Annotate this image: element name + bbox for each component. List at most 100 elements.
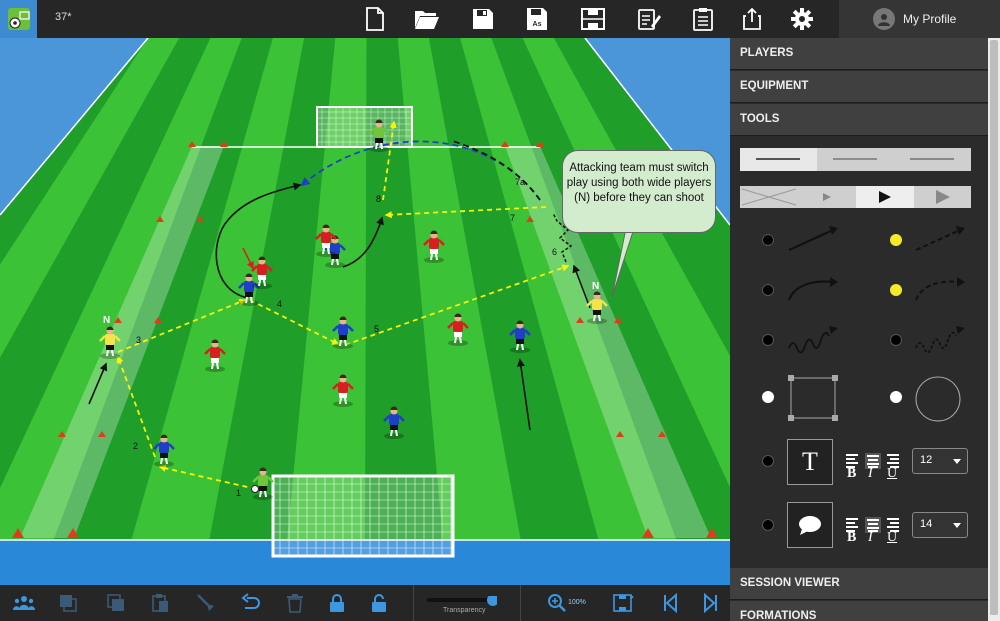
color-dot-black[interactable] <box>762 284 774 296</box>
callout-size-select[interactable]: 14 <box>912 512 968 538</box>
color-dot-black[interactable] <box>762 519 774 531</box>
avatar <box>873 8 895 30</box>
paste-icon <box>152 594 168 612</box>
bring-front-button[interactable] <box>55 591 81 615</box>
transparency-label: Transparency <box>443 607 486 614</box>
share-icon <box>743 7 761 30</box>
bold-button[interactable]: B <box>847 466 856 482</box>
drawing-canvas[interactable]: 1 2 3 4 5 6 7 7a 8 N N Attacking team mu… <box>0 38 730 585</box>
callout-italic-button[interactable]: I <box>868 530 873 546</box>
straight-arrow-tool[interactable] <box>785 224 841 254</box>
profile-button[interactable]: My Profile <box>839 0 1000 38</box>
scrollbar-thumb[interactable] <box>990 40 998 615</box>
zoom-in-icon <box>548 594 566 612</box>
arrowhead-large[interactable] <box>914 186 971 208</box>
callout-tool[interactable] <box>787 502 833 548</box>
clear-button[interactable] <box>193 591 219 615</box>
paste-button[interactable] <box>147 591 173 615</box>
section-equipment[interactable]: EQUIPMENT <box>730 71 988 103</box>
lock-button[interactable] <box>324 591 350 615</box>
section-tools[interactable]: TOOLS <box>730 104 988 136</box>
solid-line-icon <box>756 158 800 160</box>
wide-player-label-right: N <box>592 281 599 292</box>
ball[interactable] <box>251 485 259 493</box>
pitch-view-button[interactable] <box>611 591 637 615</box>
unlock-icon <box>372 594 386 612</box>
soccer-logo-icon <box>7 8 30 30</box>
chevron-down-icon <box>953 459 961 464</box>
dashed-arrow-tool[interactable] <box>912 224 968 254</box>
unlock-button[interactable] <box>366 591 392 615</box>
delete-button[interactable] <box>282 591 308 615</box>
squiggle-arrow-tool[interactable] <box>785 322 841 356</box>
line-style-thin[interactable] <box>817 148 894 171</box>
zoom-button[interactable] <box>544 591 570 615</box>
thin-line-icon <box>833 158 877 160</box>
people-icon <box>13 596 35 610</box>
save-icon <box>473 9 493 29</box>
first-frame-button[interactable] <box>657 591 683 615</box>
undo-icon <box>241 593 260 609</box>
arrowhead-none[interactable] <box>740 186 798 208</box>
bottom-goal <box>271 474 455 558</box>
callout-bold-button[interactable]: B <box>847 530 856 546</box>
settings-button[interactable] <box>787 4 817 34</box>
app-window: 37* As My Profile 1 2 3 4 5 6 7 7a 8 N N… <box>0 0 1000 621</box>
underline-button[interactable]: U <box>887 466 897 482</box>
color-dot-white[interactable] <box>762 391 774 403</box>
curved-arrow-tool[interactable] <box>785 274 841 304</box>
share-button[interactable] <box>737 4 767 34</box>
circle-tool[interactable] <box>914 375 962 423</box>
color-dot-black[interactable] <box>762 234 774 246</box>
color-dot-black[interactable] <box>762 455 774 467</box>
color-dot-black[interactable] <box>890 334 902 346</box>
color-dot-black[interactable] <box>762 334 774 346</box>
bottom-toolbar: Transparency 100% <box>0 585 730 621</box>
send-back-button[interactable] <box>103 591 129 615</box>
pass-number-3: 3 <box>136 335 141 345</box>
color-dot-yellow[interactable] <box>890 234 902 246</box>
italic-button[interactable]: I <box>868 466 873 482</box>
callout-underline-button[interactable]: U <box>887 530 897 546</box>
color-dot-white[interactable] <box>890 391 902 403</box>
pitch-view-icon <box>613 594 634 612</box>
large-arrow-icon <box>936 190 950 204</box>
undo-button[interactable] <box>238 591 264 615</box>
pass-number-7a: 7a <box>515 177 525 187</box>
app-logo[interactable] <box>0 0 37 38</box>
pitch-button[interactable] <box>578 4 608 34</box>
section-formations[interactable]: FORMATIONS <box>730 601 988 621</box>
color-dot-yellow[interactable] <box>890 284 902 296</box>
arrowhead-small[interactable] <box>798 186 856 208</box>
pass-number-6: 6 <box>552 247 557 257</box>
callout-tooltip[interactable]: Attacking team must switch play using bo… <box>562 150 716 233</box>
save-button[interactable] <box>468 4 498 34</box>
last-frame-button[interactable] <box>698 591 724 615</box>
new-file-button[interactable] <box>360 4 390 34</box>
text-tool[interactable]: T <box>787 439 833 485</box>
section-players[interactable]: PLAYERS <box>730 38 988 70</box>
line-style-light[interactable] <box>894 148 971 171</box>
save-as-button[interactable]: As <box>522 4 552 34</box>
pitch-icon <box>581 8 605 30</box>
dashed-curved-arrow-tool[interactable] <box>912 274 968 304</box>
text-size-select[interactable]: 12 <box>912 448 968 474</box>
dashed-squiggle-arrow-tool[interactable] <box>912 322 968 356</box>
edit-notes-button[interactable] <box>634 4 664 34</box>
toolbar-divider <box>413 585 414 621</box>
slider-handle[interactable] <box>487 596 497 606</box>
side-panel: PLAYERS EQUIPMENT TOOLS T B I U 12 B I U… <box>730 38 1000 621</box>
line-style-solid[interactable] <box>740 148 817 171</box>
clipboard-button[interactable] <box>688 4 718 34</box>
arrowhead-medium[interactable] <box>856 186 914 208</box>
open-folder-icon <box>415 11 439 29</box>
open-folder-button[interactable] <box>412 4 442 34</box>
lock-icon <box>330 594 344 612</box>
section-session-viewer[interactable]: SESSION VIEWER <box>730 568 988 600</box>
panel-scrollbar[interactable] <box>988 38 1000 621</box>
wide-player-label-left: N <box>103 315 110 326</box>
layer-front-icon <box>60 595 77 612</box>
rectangle-tool[interactable] <box>787 374 839 422</box>
brush-icon <box>197 594 214 611</box>
group-players-button[interactable] <box>11 591 37 615</box>
